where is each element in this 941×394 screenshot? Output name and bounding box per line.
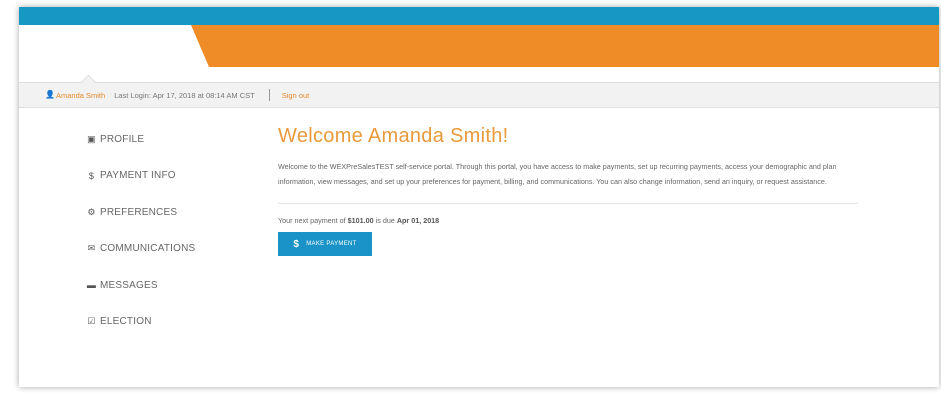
divider bbox=[268, 89, 270, 101]
orange-banner bbox=[191, 25, 939, 67]
sidebar-item-messages[interactable]: ▬ MESSAGES bbox=[86, 277, 195, 293]
sidebar-item-election[interactable]: ☑ ELECTION bbox=[86, 314, 195, 330]
payment-amount: $101.00 bbox=[347, 216, 374, 226]
dollar-icon: $ bbox=[293, 238, 300, 250]
sidebar-item-label: COMMUNICATIONS bbox=[100, 243, 196, 254]
payment-due-date: Apr 01, 2018 bbox=[396, 216, 440, 226]
payment-prefix: Your next payment of bbox=[278, 216, 348, 226]
last-login-text: Last Login: Apr 17, 2018 at 08:14 AM CST bbox=[114, 90, 255, 100]
make-payment-label: MAKE PAYMENT bbox=[306, 241, 357, 248]
sidebar-item-profile[interactable]: ▣ PROFILE bbox=[86, 131, 195, 147]
sidebar-item-label: MESSAGES bbox=[100, 279, 158, 291]
sidebar-nav: ▣ PROFILE $ PAYMENT INFO ⚙ PREFERENCES ✉… bbox=[86, 131, 195, 350]
dollar-icon: $ bbox=[88, 170, 95, 181]
gears-icon: ⚙ bbox=[87, 206, 96, 217]
sign-out-link[interactable]: Sign out bbox=[282, 91, 310, 100]
login-bar: 👤 Amanda Smith Last Login: Apr 17, 2018 … bbox=[19, 74, 939, 108]
sidebar-item-label: PREFERENCES bbox=[100, 206, 178, 218]
sidebar-item-label: ELECTION bbox=[100, 316, 152, 327]
user-icon: 👤 bbox=[45, 90, 55, 99]
main-content: Welcome Amanda Smith! Welcome to the WEX… bbox=[278, 125, 858, 257]
id-card-icon: ▣ bbox=[87, 133, 96, 144]
intro-paragraph: Welcome to the WEXPreSalesTEST self-serv… bbox=[278, 162, 837, 186]
sidebar-item-preferences[interactable]: ⚙ PREFERENCES bbox=[86, 204, 195, 220]
sidebar-item-label: PAYMENT INFO bbox=[100, 170, 176, 181]
sidebar-item-communications[interactable]: ✉ COMMUNICATIONS bbox=[86, 241, 196, 257]
sidebar-item-label: PROFILE bbox=[100, 133, 145, 145]
checkbox-icon: ☑ bbox=[87, 316, 96, 326]
top-blue-bar bbox=[19, 7, 939, 25]
browser-frame: 👤 Amanda Smith Last Login: Apr 17, 2018 … bbox=[19, 7, 939, 387]
sidebar-item-payment-info[interactable]: $ PAYMENT INFO bbox=[86, 168, 195, 184]
page-title: Welcome Amanda Smith! bbox=[278, 125, 509, 147]
envelope-icon: ✉ bbox=[87, 243, 96, 253]
payment-middle: is due bbox=[373, 216, 397, 226]
next-payment-text: Your next payment of $101.00 is due Apr … bbox=[278, 216, 858, 225]
login-bar-caret bbox=[80, 74, 97, 91]
content-divider bbox=[278, 203, 858, 205]
user-name-link[interactable]: Amanda Smith bbox=[56, 91, 105, 100]
chat-bubble-icon: ▬ bbox=[86, 280, 97, 290]
make-payment-button[interactable]: $ MAKE PAYMENT bbox=[278, 232, 372, 257]
